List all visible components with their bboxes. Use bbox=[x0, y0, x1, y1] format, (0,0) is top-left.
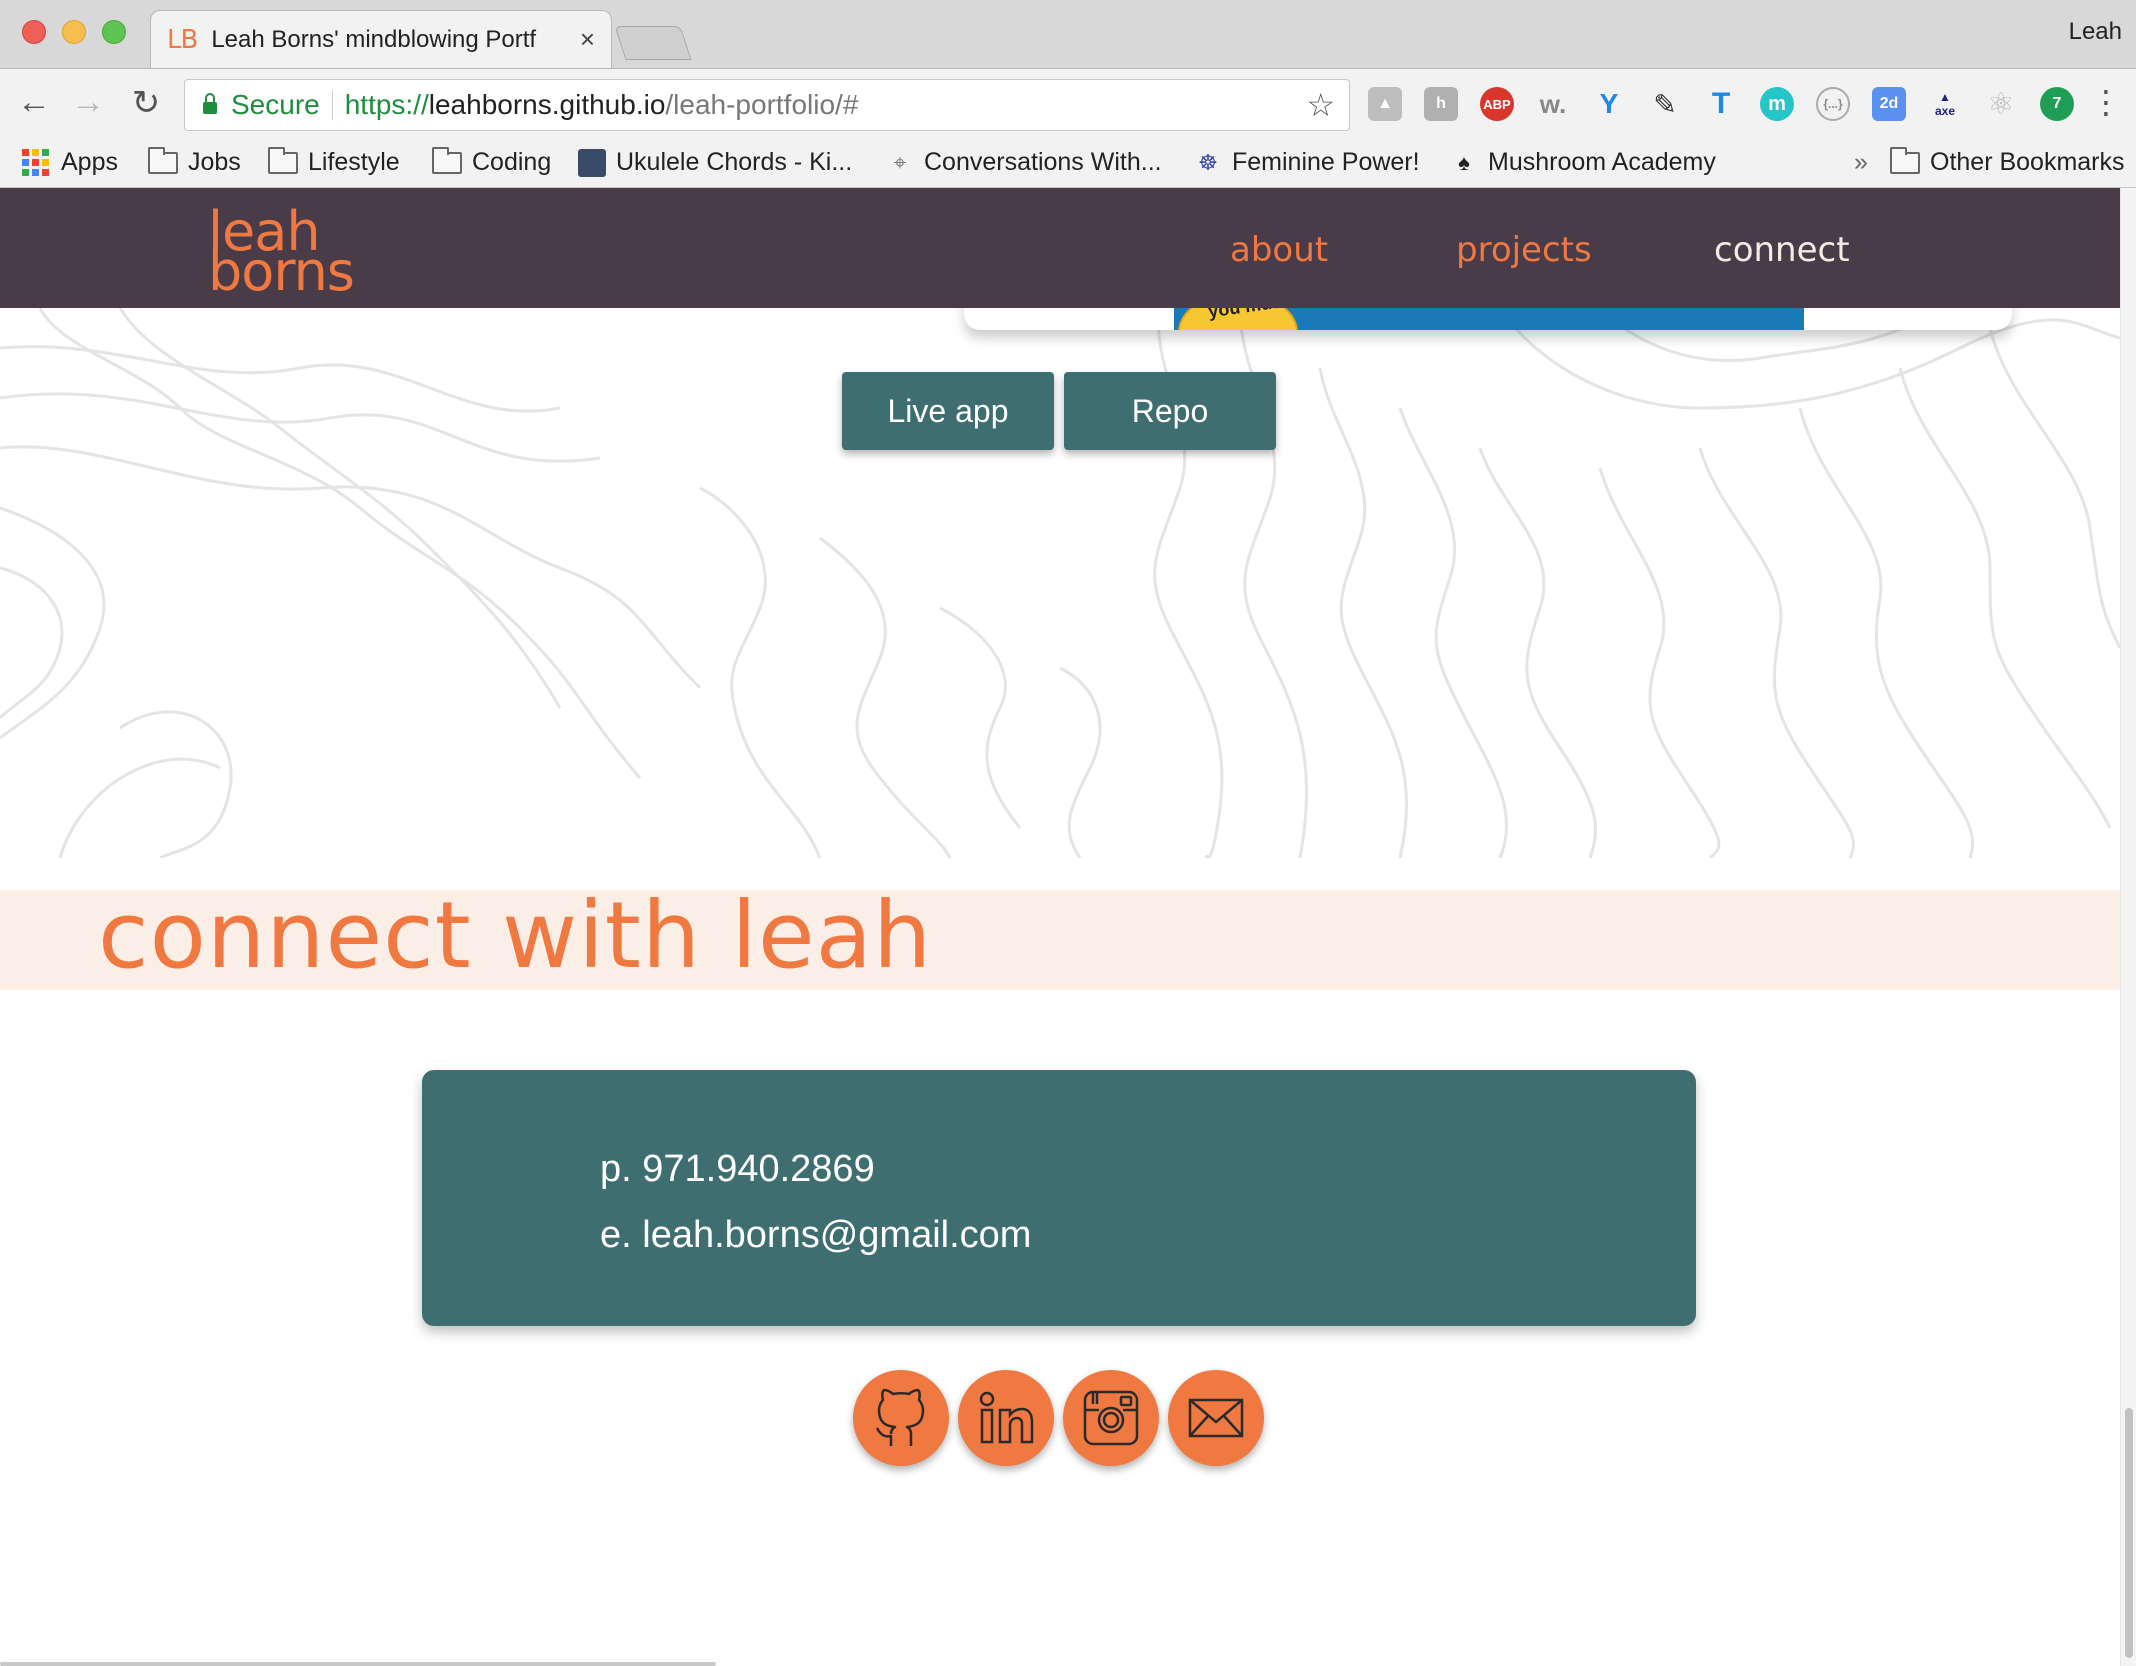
mail-icon bbox=[1188, 1398, 1244, 1438]
contact-phone[interactable]: p. 971.940.2869 bbox=[600, 1148, 875, 1191]
bookmark-label: Mushroom Academy bbox=[1488, 148, 1716, 176]
apps-grid-icon bbox=[22, 149, 49, 176]
json-icon[interactable]: {...} bbox=[1816, 87, 1850, 121]
horizontal-scrollbar[interactable] bbox=[0, 1662, 716, 1666]
bookmarks-overflow-icon[interactable]: » bbox=[1854, 148, 1868, 177]
logo-line-2: borns bbox=[208, 240, 355, 303]
folder-icon bbox=[1890, 146, 1920, 174]
address-bar[interactable]: Secure https:// leahborns.github.io /lea… bbox=[184, 79, 1350, 131]
folder-icon bbox=[432, 146, 462, 174]
email-link[interactable] bbox=[1168, 1370, 1264, 1466]
topographic-background bbox=[0, 308, 2120, 858]
hangouts-icon[interactable]: 7 bbox=[2040, 87, 2074, 121]
zoom-window-button[interactable] bbox=[102, 20, 126, 44]
linkedin-icon bbox=[979, 1391, 1034, 1444]
live-app-button[interactable]: Live app bbox=[842, 372, 1054, 450]
url-path: /leah-portfolio/# bbox=[665, 89, 859, 120]
url-host: leahborns.github.io bbox=[428, 89, 666, 120]
axe-icon[interactable]: ▲ axe bbox=[1928, 87, 1962, 121]
axe-label: axe bbox=[1934, 104, 1956, 118]
page-viewport: leah borns about projects connect Live a… bbox=[0, 188, 2120, 1666]
bookmark-lifestyle[interactable]: Lifestyle bbox=[268, 146, 400, 177]
forward-icon[interactable]: → bbox=[68, 83, 108, 122]
bookmark-label: Apps bbox=[61, 148, 118, 176]
github-icon bbox=[875, 1388, 925, 1446]
close-window-button[interactable] bbox=[22, 20, 46, 44]
bookmark-jobs[interactable]: Jobs bbox=[148, 146, 241, 177]
minimize-window-button[interactable] bbox=[62, 20, 86, 44]
nav-connect[interactable]: connect bbox=[1714, 230, 1850, 270]
bookmark-star-icon[interactable]: ☆ bbox=[1306, 86, 1335, 124]
linkedin-link[interactable] bbox=[958, 1370, 1054, 1466]
bookmark-label: Ukulele Chords - Ki... bbox=[616, 148, 853, 176]
m-icon[interactable]: m bbox=[1760, 87, 1794, 121]
url-scheme: https:// bbox=[344, 89, 429, 120]
nav-about[interactable]: about bbox=[1230, 230, 1328, 270]
contact-card: p. 971.940.2869 e. leah.borns@gmail.com bbox=[422, 1070, 1696, 1326]
site-logo[interactable]: leah borns bbox=[208, 205, 355, 303]
instagram-link[interactable] bbox=[1063, 1370, 1159, 1466]
calendar-icon[interactable]: 2d bbox=[1872, 87, 1906, 121]
w-icon[interactable]: w. bbox=[1536, 87, 1570, 121]
bookmark-other[interactable]: Other Bookmarks bbox=[1890, 146, 2125, 177]
back-icon[interactable]: ← bbox=[14, 83, 54, 122]
bookmark-coding[interactable]: Coding bbox=[432, 146, 552, 177]
bookmark-label: Conversations With... bbox=[924, 148, 1162, 176]
github-link[interactable] bbox=[853, 1370, 949, 1466]
menu-kebab-icon[interactable]: ⋮ bbox=[2090, 83, 2122, 121]
eyedropper-icon[interactable]: ✎ bbox=[1648, 87, 1682, 121]
folder-icon bbox=[148, 146, 178, 174]
meditation-icon: ☸ bbox=[1198, 149, 1218, 175]
bookmark-apps[interactable]: Apps bbox=[22, 148, 118, 177]
bookmark-feminine-power[interactable]: ☸ Feminine Power! bbox=[1194, 148, 1420, 177]
helper-icon[interactable]: h bbox=[1424, 87, 1458, 121]
browser-tabstrip: LB Leah Borns' mindblowing Portf × Leah bbox=[0, 0, 2136, 68]
lock-icon bbox=[203, 93, 217, 114]
bookmark-label: Jobs bbox=[188, 148, 241, 176]
react-icon[interactable]: ⚛ bbox=[1984, 87, 2018, 121]
folder-icon bbox=[268, 146, 298, 174]
connect-title: connect with leah bbox=[98, 882, 933, 989]
bookmark-ukulele[interactable]: Ukulele Chords - Ki... bbox=[578, 148, 852, 177]
favicon-icon: LB bbox=[167, 24, 198, 55]
bookmark-label: Other Bookmarks bbox=[1930, 148, 2125, 176]
new-tab-button[interactable] bbox=[614, 26, 692, 60]
axe-triangle-icon: ▲ bbox=[1939, 90, 1951, 104]
mushroom-icon: ♠ bbox=[1458, 149, 1470, 175]
close-tab-icon[interactable]: × bbox=[580, 24, 595, 55]
reload-icon[interactable]: ↻ bbox=[126, 83, 166, 123]
repo-button[interactable]: Repo bbox=[1064, 372, 1276, 450]
bookmark-mushroom-academy[interactable]: ♠ Mushroom Academy bbox=[1450, 148, 1716, 177]
vimeo-icon[interactable]: Y bbox=[1592, 87, 1626, 121]
site-header: leah borns about projects connect bbox=[0, 188, 2120, 308]
bookmark-label: Feminine Power! bbox=[1232, 148, 1420, 176]
secure-label: Secure bbox=[231, 89, 320, 120]
profile-name[interactable]: Leah bbox=[2069, 18, 2122, 46]
compass-icon: ⌖ bbox=[893, 149, 907, 175]
scrollbar-thumb[interactable] bbox=[2125, 1408, 2133, 1658]
browser-toolbar: ← → ↻ Secure https:// leahborns.github.i… bbox=[0, 68, 2136, 140]
omnibox-separator bbox=[331, 90, 333, 120]
connect-section-header: connect with leah bbox=[0, 882, 2120, 990]
drive-icon[interactable]: ▲ bbox=[1368, 87, 1402, 121]
instagram-icon bbox=[1083, 1390, 1139, 1446]
contact-email[interactable]: e. leah.borns@gmail.com bbox=[600, 1214, 1031, 1257]
browser-tab-active[interactable]: LB Leah Borns' mindblowing Portf × bbox=[150, 10, 612, 68]
bookmarks-bar: Apps Jobs Lifestyle Coding Ukulele Chord… bbox=[0, 140, 2136, 188]
tab-title: Leah Borns' mindblowing Portf bbox=[211, 25, 537, 53]
bookmark-label: Coding bbox=[472, 148, 552, 176]
text-icon[interactable]: T bbox=[1704, 87, 1738, 121]
ukulele-favicon-icon bbox=[578, 148, 606, 177]
adblock-icon[interactable]: ABP bbox=[1480, 87, 1514, 121]
bookmark-conversations[interactable]: ⌖ Conversations With... bbox=[886, 148, 1162, 177]
vertical-scrollbar[interactable] bbox=[2120, 188, 2136, 1666]
bookmark-label: Lifestyle bbox=[308, 148, 400, 176]
nav-projects[interactable]: projects bbox=[1456, 230, 1592, 270]
